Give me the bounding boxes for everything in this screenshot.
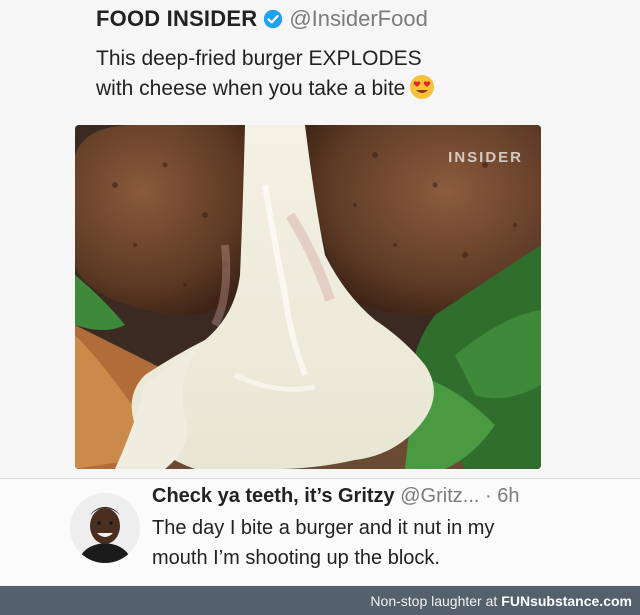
tweet-author-row: FOOD INSIDER @InsiderFood [96, 6, 428, 32]
tweet-text: This deep-fried burger EXPLODES with che… [96, 44, 616, 104]
footer-text: Non-stop laughter at [370, 592, 498, 609]
reply-header: Check ya teeth, it’s Gritzy @Gritz... · … [152, 485, 519, 508]
tweet-handle[interactable]: @InsiderFood [289, 6, 428, 32]
tweet-media-image[interactable]: INSIDER [75, 125, 541, 469]
tweet-text-line-2-text: with cheese when you take a bite [96, 77, 406, 100]
verified-badge-icon [264, 9, 283, 29]
reply-text-line-1: The day I bite a burger and it nut in my [152, 517, 495, 539]
footer-brand[interactable]: FUNsubstance.com [501, 593, 632, 609]
reply-tweet: Check ya teeth, it’s Gritzy @Gritz... · … [0, 479, 640, 585]
heart-eyes-emoji-icon [410, 75, 435, 99]
reply-timestamp[interactable]: · 6h [485, 485, 519, 507]
watermark-footer: Non-stop laughter at FUNsubstance.com [0, 586, 640, 615]
reply-text-line-2: mouth I’m shooting up the block. [152, 547, 440, 569]
tweet-text-line-2: with cheese when you take a bite [96, 74, 616, 104]
reply-author-name[interactable]: Check ya teeth, it’s Gritzy [152, 485, 395, 507]
burger-photo [75, 125, 541, 469]
reply-text: The day I bite a burger and it nut in my… [152, 513, 632, 573]
footer-brand-substance: substance.com [530, 592, 632, 609]
media-watermark: INSIDER [448, 149, 523, 166]
tweet-author-name[interactable]: FOOD INSIDER [96, 6, 257, 32]
reply-handle[interactable]: @Gritz... [400, 485, 479, 507]
main-tweet: FOOD INSIDER @InsiderFood This deep-frie… [0, 0, 640, 478]
footer-brand-fun: FUN [501, 592, 531, 609]
avatar-image [70, 493, 140, 563]
reply-avatar[interactable] [70, 493, 140, 563]
tweet-text-line-1: This deep-fried burger EXPLODES [96, 47, 422, 70]
